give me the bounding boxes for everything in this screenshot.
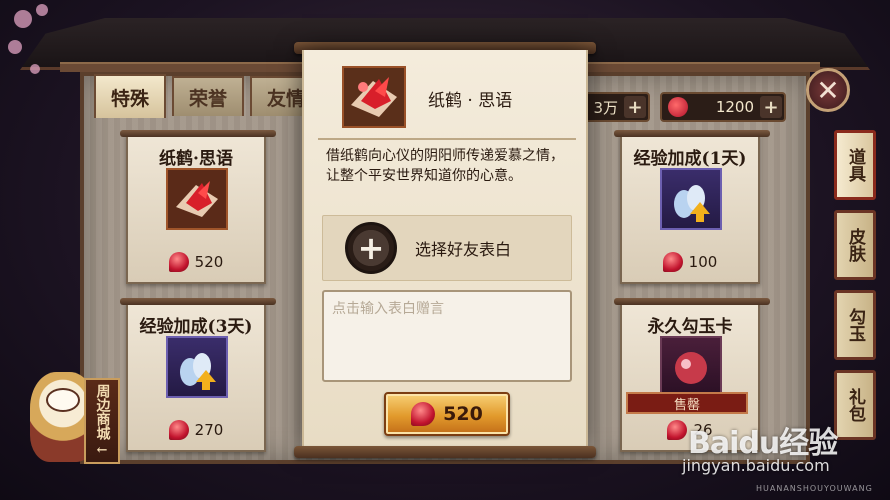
message-input[interactable] (322, 290, 572, 382)
card-rod (614, 130, 770, 137)
side-tab-items[interactable]: 道具 (834, 130, 876, 200)
item-title: 永久勾玉卡 (647, 317, 733, 337)
cherry-blossom-decoration (14, 10, 32, 28)
magatama-currency: 1200 + (660, 92, 786, 122)
item-title: 经验加成(3天) (139, 317, 253, 337)
add-magatama-button[interactable]: + (760, 96, 782, 118)
cherry-blossom-decoration (30, 64, 40, 74)
item-price: 520 (128, 252, 264, 272)
side-tab-gift-packs[interactable]: 礼包 (834, 370, 876, 440)
item-price: 100 (622, 252, 758, 272)
magatama-icon (168, 252, 189, 272)
side-tab-skins[interactable]: 皮肤 (834, 210, 876, 280)
tab-special[interactable]: 特殊 (94, 74, 166, 118)
cherry-blossom-decoration (36, 4, 48, 16)
magatama-icon (662, 252, 683, 272)
item-title: 纸鹤·思语 (159, 149, 233, 169)
magatama-amount: 1200 (715, 98, 754, 116)
side-tab-label: 道具 (845, 148, 865, 182)
item-price-value: 520 (194, 253, 224, 271)
select-friend-label: 选择好友表白 (415, 240, 512, 259)
dialog-item-name: 纸鹤 · 思语 (428, 91, 513, 111)
paper-crane-icon (342, 66, 406, 128)
item-price: 270 (128, 420, 264, 440)
scroll-rod-bottom (294, 446, 596, 458)
tab-honor[interactable]: 荣誉 (172, 76, 244, 116)
merch-shop-label: 周边商城 (94, 383, 111, 440)
arrow-left-icon: ← (96, 442, 108, 458)
merch-shop-sign[interactable]: 周边商城 ← (84, 378, 120, 464)
magatama-icon (668, 97, 688, 117)
watermark-url: jingyan.baidu.com (682, 456, 830, 475)
side-tab-magatama[interactable]: 勾玉 (834, 290, 876, 360)
add-gold-button[interactable]: + (624, 96, 646, 118)
shop-item-card[interactable]: 经验加成(1天) 100 (614, 130, 770, 284)
side-tab-label: 勾玉 (845, 308, 865, 342)
item-price-value: 270 (194, 421, 224, 439)
gift-dialog: 纸鹤 · 思语 借纸鹤向心仪的阴阳师传递爱慕之情，让整个平安世界知道你的心意。 … (302, 50, 588, 448)
site-watermark: HUANANSHOUYOUWANG (756, 484, 873, 493)
side-tab-label: 礼包 (845, 388, 865, 422)
cherry-blossom-decoration (8, 40, 22, 54)
magatama-icon (667, 420, 688, 440)
mascot-face (46, 388, 80, 412)
divider (318, 138, 576, 140)
card-rod (120, 298, 276, 305)
side-tab-label: 皮肤 (845, 228, 865, 262)
select-friend-button[interactable]: + 选择好友表白 (322, 215, 572, 281)
gold-amount: 3万 (593, 98, 618, 117)
item-title: 经验加成(1天) (633, 149, 747, 169)
plus-icon: + (345, 222, 397, 274)
buy-button[interactable]: 520 (384, 392, 510, 436)
item-description: 借纸鹤向心仪的阴阳师传递爱慕之情，让整个平安世界知道你的心意。 (326, 148, 564, 184)
shop-item-card[interactable]: 经验加成(3天) 270 (120, 298, 276, 452)
paper-crane-icon (166, 168, 228, 230)
sold-out-badge: 售罄 (626, 392, 748, 414)
card-rod (614, 298, 770, 305)
close-icon[interactable]: ✕ (806, 68, 850, 112)
item-price-value: 100 (688, 253, 718, 271)
buy-price: 520 (443, 403, 483, 425)
sake-bottles-icon (166, 336, 228, 398)
sake-bottles-icon (660, 168, 722, 230)
magatama-card-icon (660, 336, 722, 398)
magatama-icon (168, 420, 189, 440)
shop-item-card[interactable]: 纸鹤·思语 520 (120, 130, 276, 284)
card-rod (120, 130, 276, 137)
magatama-icon (411, 402, 436, 426)
